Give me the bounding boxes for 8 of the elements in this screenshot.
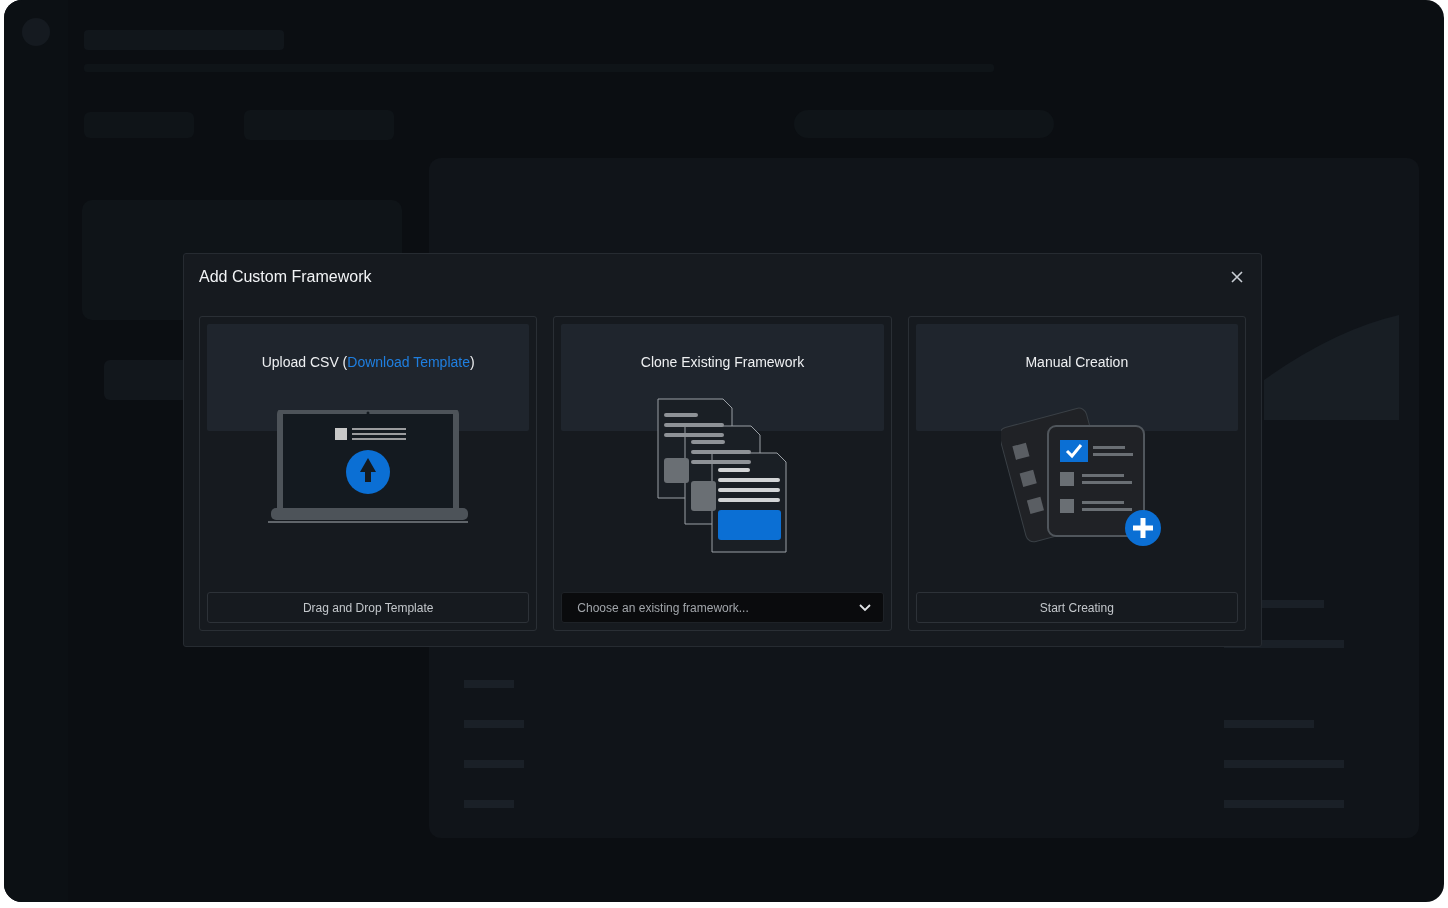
card-title: Upload CSV (Download Template): [261, 354, 475, 371]
card-title: Manual Creation: [1025, 354, 1129, 371]
card-title: Clone Existing Framework: [640, 354, 805, 371]
start-creating-button[interactable]: Start Creating: [915, 592, 1238, 623]
drag-and-drop-button[interactable]: Drag and Drop Template: [207, 592, 530, 623]
download-template-link[interactable]: Download Template: [347, 354, 470, 370]
framework-dropdown[interactable]: Choose an existing framework...: [561, 592, 884, 623]
dialog-title: Add Custom Framework: [199, 268, 372, 286]
